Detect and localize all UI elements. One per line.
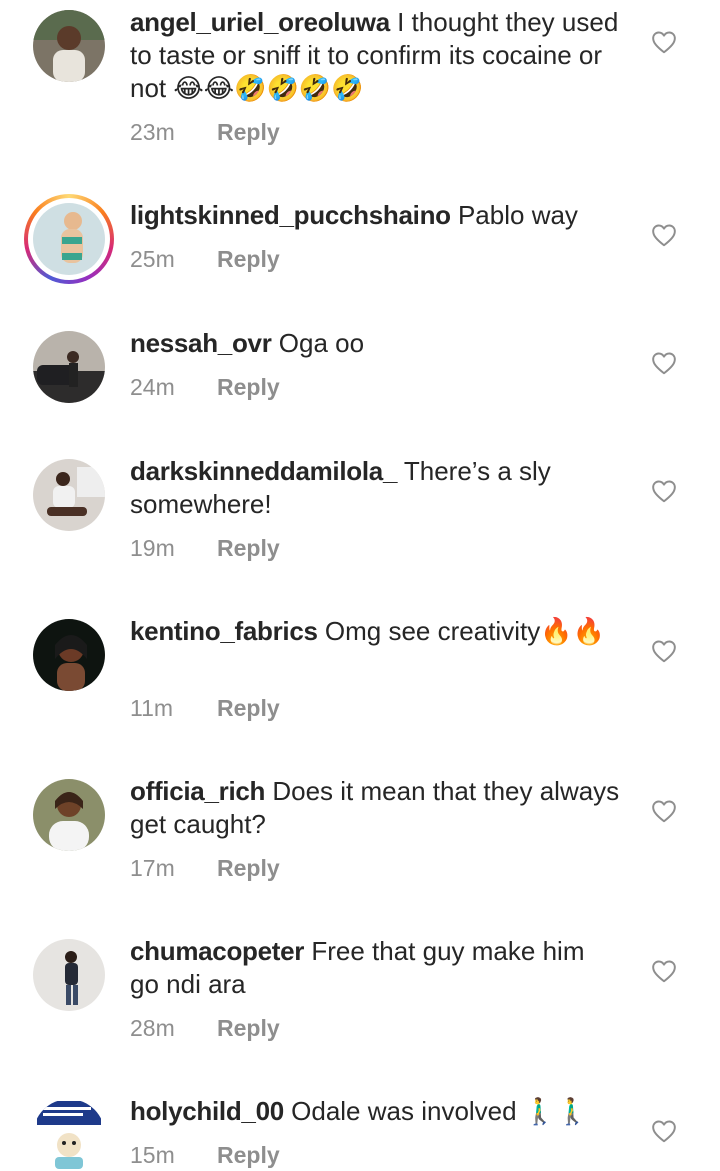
reply-button[interactable]: Reply — [217, 246, 280, 272]
heart-outline-icon[interactable] — [651, 1119, 677, 1143]
avatar-photo — [33, 203, 105, 275]
comment-body: Omg see creativity🔥🔥 — [324, 616, 605, 646]
comment-text: angel_uriel_oreoluwa I thought they used… — [130, 6, 620, 105]
comment-text: lightskinned_pucchshaino Pablo way — [130, 199, 620, 232]
comment-time: 25m — [130, 246, 175, 272]
comment-text: kentino_fabrics Omg see creativity🔥🔥 — [130, 615, 620, 648]
comment-meta: 23m Reply — [130, 119, 280, 146]
comment-username[interactable]: chumacopeter — [130, 936, 304, 966]
comment-time: 15m — [130, 1142, 175, 1168]
comment-text: nessah_ovr Oga oo — [130, 327, 620, 360]
comment-meta: 28m Reply — [130, 1015, 280, 1042]
comment-username[interactable]: holychild_00 — [130, 1096, 284, 1126]
comment-meta: 17m Reply — [130, 855, 280, 882]
comment-username[interactable]: officia_rich — [130, 776, 265, 806]
comment-text: chumacopeter Free that guy make him go n… — [130, 935, 620, 1001]
reply-button[interactable]: Reply — [217, 1142, 280, 1168]
comment-body: Oga oo — [278, 328, 365, 358]
avatar[interactable] — [33, 331, 105, 403]
comment-username[interactable]: lightskinned_pucchshaino — [130, 200, 451, 230]
heart-outline-icon[interactable] — [651, 223, 677, 247]
comment-time: 11m — [130, 695, 174, 721]
comment-time: 19m — [130, 535, 175, 561]
heart-outline-icon[interactable] — [651, 351, 677, 375]
reply-button[interactable]: Reply — [217, 1015, 280, 1041]
avatar[interactable] — [33, 779, 105, 851]
comment-text: holychild_00 Odale was involved 🚶‍♂️🚶‍♂️ — [130, 1095, 620, 1128]
avatar[interactable] — [33, 459, 105, 531]
comment-meta: 25m Reply — [130, 246, 280, 273]
reply-button[interactable]: Reply — [217, 119, 280, 145]
comment-time: 28m — [130, 1015, 175, 1041]
reply-button[interactable]: Reply — [217, 535, 280, 561]
comment-username[interactable]: kentino_fabrics — [130, 616, 318, 646]
reply-button[interactable]: Reply — [217, 695, 280, 721]
comment-time: 24m — [130, 374, 175, 400]
heart-outline-icon[interactable] — [651, 479, 677, 503]
avatar[interactable] — [33, 10, 105, 82]
avatar[interactable] — [24, 194, 114, 284]
comment-username[interactable]: nessah_ovr — [130, 328, 272, 358]
comment-username[interactable]: darkskinneddamilola_ — [130, 456, 397, 486]
comment-time: 17m — [130, 855, 175, 881]
comment-body: Odale was involved 🚶‍♂️🚶‍♂️ — [291, 1096, 589, 1126]
heart-outline-icon[interactable] — [651, 799, 677, 823]
comment-username[interactable]: angel_uriel_oreoluwa — [130, 7, 390, 37]
reply-button[interactable]: Reply — [217, 855, 280, 881]
comment-meta: 19m Reply — [130, 535, 280, 562]
comment-text: officia_rich Does it mean that they alwa… — [130, 775, 620, 841]
comment-meta: 24m Reply — [130, 374, 280, 401]
avatar[interactable] — [33, 939, 105, 1011]
avatar[interactable] — [33, 1099, 105, 1171]
comment-meta: 11m Reply — [130, 695, 280, 722]
reply-button[interactable]: Reply — [217, 374, 280, 400]
comment-body: Pablo way — [457, 200, 578, 230]
avatar[interactable] — [33, 619, 105, 691]
heart-outline-icon[interactable] — [651, 30, 677, 54]
heart-outline-icon[interactable] — [651, 639, 677, 663]
comment-time: 23m — [130, 119, 175, 145]
comment-meta: 15m Reply — [130, 1142, 280, 1169]
comment-text: darkskinneddamilola_ There’s a sly somew… — [130, 455, 620, 521]
heart-outline-icon[interactable] — [651, 959, 677, 983]
